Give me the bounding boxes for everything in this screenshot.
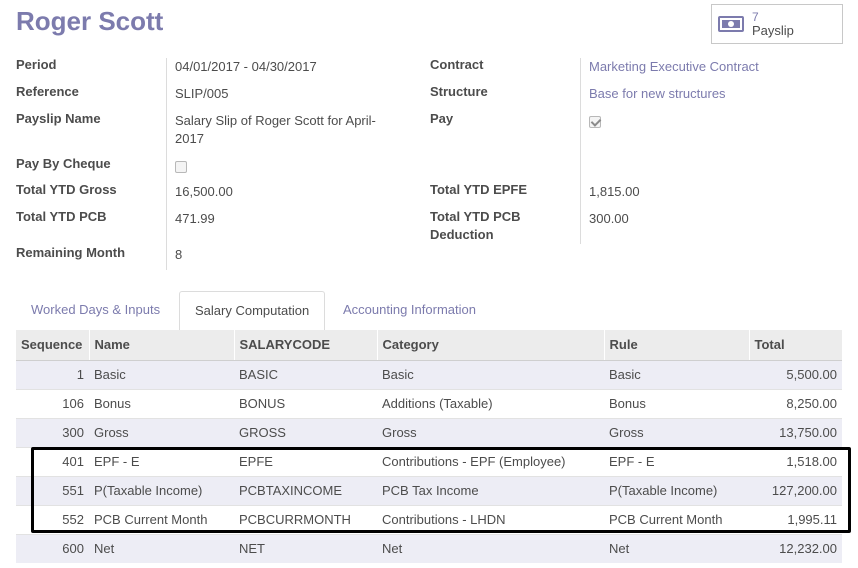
ytd-epfe-value: 1,815.00 [589,184,640,199]
right-column-divider [580,58,581,244]
cell-sequence: 600 [16,533,89,563]
cell-salarycode: PCBCURRMONTH [234,504,377,534]
cell-salarycode: PCBTAXINCOME [234,475,377,505]
payslip-name-label: Payslip Name [16,111,101,126]
tab-salary-computation[interactable]: Salary Computation [179,291,326,331]
cell-rule: Basic [604,359,749,389]
table-row[interactable]: 600 Net NET Net Net 12,232.00 [16,533,842,563]
cell-total: 5,500.00 [749,359,842,389]
table-row[interactable]: 1 Basic BASIC Basic Basic 5,500.00 [16,359,842,389]
cell-total: 12,232.00 [749,533,842,563]
cell-sequence: 300 [16,417,89,447]
ytd-pcb-label: Total YTD PCB [16,209,107,224]
notebook-tabs: Worked Days & Inputs Salary Computation … [16,291,842,331]
tab-accounting-information[interactable]: Accounting Information [328,291,491,331]
table-row[interactable]: 551 P(Taxable Income) PCBTAXINCOME PCB T… [16,475,842,505]
payslip-count: 7 [752,10,759,24]
cell-total: 8,250.00 [749,388,842,418]
remaining-month-label: Remaining Month [16,245,126,260]
pay-checkbox[interactable] [589,116,601,128]
structure-link[interactable]: Base for new structures [589,85,726,103]
employee-name-title: Roger Scott [16,6,164,36]
reference-value[interactable]: SLIP/005 [175,85,229,103]
cell-total: 1,518.00 [749,446,842,476]
contract-link[interactable]: Marketing Executive Contract [589,58,759,76]
cell-sequence: 401 [16,446,89,476]
cell-salarycode: BONUS [234,388,377,418]
table-row[interactable]: 106 Bonus BONUS Additions (Taxable) Bonu… [16,388,842,418]
ytd-pcb-deduction-value: 300.00 [589,211,629,226]
cell-salarycode: GROSS [234,417,377,447]
table-row[interactable]: 552 PCB Current Month PCBCURRMONTH Contr… [16,504,842,534]
cell-category: Basic [377,359,604,389]
tab-worked-days-inputs[interactable]: Worked Days & Inputs [16,291,175,331]
table-row[interactable]: 300 Gross GROSS Gross Gross 13,750.00 [16,417,842,447]
cell-name: Basic [89,359,234,389]
column-header-rule[interactable]: Rule [603,330,749,361]
cell-rule: Gross [604,417,749,447]
cell-name: P(Taxable Income) [89,475,234,505]
pay-by-cheque-checkbox[interactable] [175,161,187,173]
cell-salarycode: BASIC [234,359,377,389]
cell-category: Net [377,533,604,563]
cell-rule: Net [604,533,749,563]
cell-rule: P(Taxable Income) [604,475,749,505]
cell-sequence: 106 [16,388,89,418]
cell-category: Contributions - LHDN [377,504,604,534]
reference-label: Reference [16,84,79,99]
left-column-divider [166,58,167,270]
column-header-salarycode[interactable]: SALARYCODE [233,330,377,361]
remaining-month-value: 8 [175,247,183,262]
ytd-pcb-deduction-label-line-1: Total YTD PCB [430,209,521,224]
cell-name: EPF - E [89,446,234,476]
salary-computation-table: Sequence Name SALARYCODE Category Rule T… [16,330,842,563]
column-header-total[interactable]: Total [748,330,842,361]
column-header-category[interactable]: Category [376,330,604,361]
cell-name: Bonus [89,388,234,418]
payslip-name-line-2: 2017 [175,131,204,146]
payslip-name-line-1: Salary Slip of Roger Scott for April- [175,113,376,128]
table-row[interactable]: 401 EPF - E EPFE Contributions - EPF (Em… [16,446,842,476]
money-icon [718,16,744,32]
ytd-pcb-deduction-label: Total YTD PCB Deduction [430,208,521,244]
payslip-name-value[interactable]: Salary Slip of Roger Scott for April- 20… [175,112,376,148]
ytd-pcb-value: 471.99 [175,211,215,226]
cell-salarycode: EPFE [234,446,377,476]
table-header-row: Sequence Name SALARYCODE Category Rule T… [16,330,842,361]
cell-total: 127,200.00 [749,475,842,505]
payslip-label: Payslip [752,23,794,38]
cell-category: Contributions - EPF (Employee) [377,446,604,476]
cell-name: PCB Current Month [89,504,234,534]
cell-name: Net [89,533,234,563]
cell-total: 1,995.11 [749,504,842,534]
cell-salarycode: NET [234,533,377,563]
pay-by-cheque-label: Pay By Cheque [16,156,111,171]
cell-name: Gross [89,417,234,447]
structure-label: Structure [430,84,488,99]
cell-rule: EPF - E [604,446,749,476]
contract-label: Contract [430,57,484,72]
cell-rule: Bonus [604,388,749,418]
cell-total: 13,750.00 [749,417,842,447]
cell-category: Additions (Taxable) [377,388,604,418]
period-value[interactable]: 04/01/2017 - 04/30/2017 [175,58,317,76]
column-header-name[interactable]: Name [88,330,234,361]
ytd-gross-value: 16,500.00 [175,184,233,199]
payslip-smart-button[interactable]: 7 Payslip [711,4,843,44]
ytd-epfe-label: Total YTD EPFE [430,182,528,197]
cell-sequence: 1 [16,359,89,389]
pay-label: Pay [430,111,454,126]
period-label: Period [16,57,57,72]
cell-sequence: 551 [16,475,89,505]
cell-rule: PCB Current Month [604,504,749,534]
cell-category: PCB Tax Income [377,475,604,505]
column-header-sequence[interactable]: Sequence [16,330,89,361]
ytd-pcb-deduction-label-line-2: Deduction [430,227,494,242]
ytd-gross-label: Total YTD Gross [16,182,117,197]
cell-category: Gross [377,417,604,447]
cell-sequence: 552 [16,504,89,534]
